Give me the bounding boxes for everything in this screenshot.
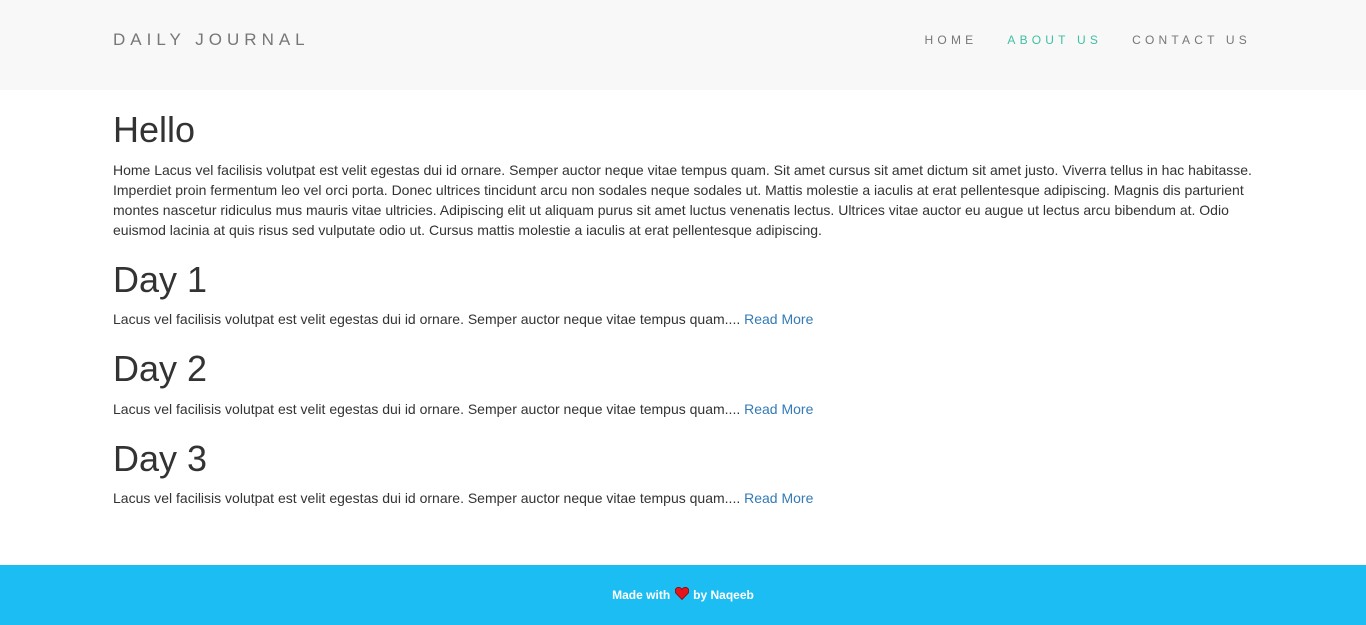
post-excerpt-text: Lacus vel facilisis volutpat est velit e…	[113, 490, 741, 506]
footer-author: by Naqeeb	[693, 588, 754, 602]
post-title: Day 3	[113, 438, 208, 479]
footer: Made with by Naqeeb	[0, 565, 1366, 625]
navbar: DAILY JOURNAL HOME ABOUT US CONTACT US	[0, 0, 1366, 90]
brand-logo-link[interactable]: DAILY JOURNAL	[113, 30, 310, 50]
read-more-link[interactable]: Read More	[744, 490, 813, 506]
post-excerpt: Lacus vel facilisis volutpat est velit e…	[113, 488, 813, 508]
heart-icon	[674, 586, 690, 603]
intro-paragraph: Home Lacus vel facilisis volutpat est ve…	[113, 162, 1252, 238]
post-excerpt: Lacus vel facilisis volutpat est velit e…	[113, 399, 813, 419]
post-title: Day 1	[113, 259, 208, 300]
post-excerpt-text: Lacus vel facilisis volutpat est velit e…	[113, 401, 741, 417]
read-more-link[interactable]: Read More	[744, 311, 813, 327]
post-excerpt: Lacus vel facilisis volutpat est velit e…	[113, 309, 813, 329]
main-nav: HOME ABOUT US CONTACT US	[895, 32, 1251, 48]
nav-link-about-us[interactable]: ABOUT US	[1007, 32, 1102, 48]
footer-made-with: Made with	[612, 588, 671, 602]
read-more-link[interactable]: Read More	[744, 401, 813, 417]
post-excerpt-text: Lacus vel facilisis volutpat est velit e…	[113, 311, 741, 327]
post-title: Day 2	[113, 348, 208, 389]
nav-link-home[interactable]: HOME	[925, 32, 978, 48]
page-title: Hello	[113, 109, 196, 150]
nav-link-contact-us[interactable]: CONTACT US	[1132, 32, 1251, 48]
